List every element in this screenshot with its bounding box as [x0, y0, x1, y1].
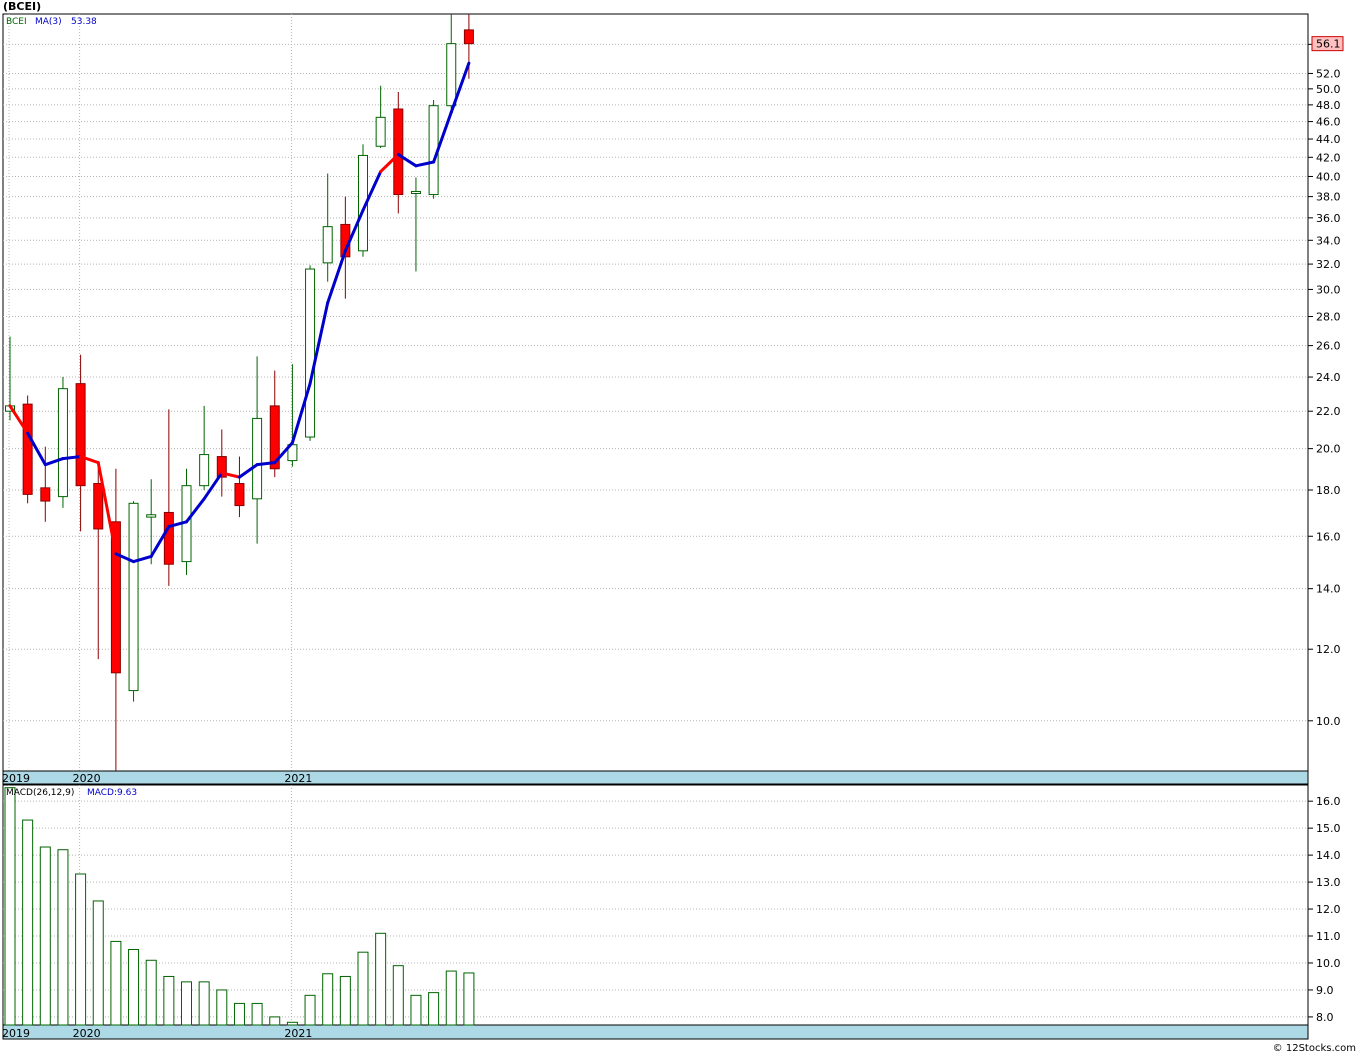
year-strip	[2, 770, 1309, 785]
candle-down	[22, 403, 33, 495]
candle-down	[463, 29, 474, 45]
macd-tick-label: 10.0	[1316, 957, 1341, 970]
macd-bar	[410, 994, 422, 1026]
price-tick-label: 40.0	[1316, 170, 1341, 183]
price-tick-label: 24.0	[1316, 371, 1341, 384]
macd-tick-label: 8.0	[1316, 1011, 1334, 1024]
price-tick-label: 22.0	[1316, 405, 1341, 418]
price-tick-label: 12.0	[1316, 643, 1341, 656]
candle-down	[163, 511, 174, 565]
stock-chart: 10.0 12.0 14.0 16.0 18.0 20.0 22.0 24.0 26.0 28.0…	[2, 13, 1344, 1040]
macd-bar	[304, 994, 316, 1026]
macd-bar	[286, 1021, 298, 1026]
price-tick-label: 26.0	[1316, 340, 1341, 353]
macd-bar	[163, 975, 175, 1026]
macd-legend-label: MACD(26,12,9)	[6, 788, 74, 798]
price-tick-label: 18.0	[1316, 484, 1341, 497]
year-label: 2020	[73, 1027, 101, 1040]
macd-bar	[392, 965, 404, 1026]
macd-bar	[375, 932, 387, 1026]
candle-down	[40, 487, 51, 502]
candle-up	[322, 226, 333, 264]
macd-bar	[339, 975, 351, 1026]
candle-down	[75, 383, 86, 487]
price-tick-label: 34.0	[1316, 234, 1341, 247]
price-legend-symbol: BCEI	[6, 17, 27, 27]
macd-bar	[322, 973, 334, 1026]
macd-bar	[445, 970, 457, 1026]
candle-up	[410, 190, 421, 195]
candle-down	[393, 108, 404, 196]
macd-tick-label: 14.0	[1316, 849, 1341, 862]
price-tick-label: 28.0	[1316, 311, 1341, 324]
price-panel-frame	[2, 13, 1309, 772]
ma-segment	[255, 461, 277, 467]
price-tick-label: 32.0	[1316, 258, 1341, 271]
price-tick-label: 30.0	[1316, 283, 1341, 296]
macd-bar	[4, 787, 16, 1026]
macd-bar	[181, 981, 192, 1026]
macd-tick-label: 13.0	[1316, 876, 1341, 889]
candle-down	[234, 483, 245, 507]
candle-up	[128, 502, 139, 692]
macd-tick-label: 9.0	[1316, 984, 1334, 997]
ma-segment	[61, 455, 83, 461]
year-label: 2019	[2, 772, 30, 785]
candle-up	[57, 388, 68, 498]
price-legend-ma-value: 53.38	[71, 17, 97, 27]
macd-bar	[216, 989, 228, 1026]
macd-bar	[39, 846, 51, 1026]
price-tick-label: 46.0	[1316, 116, 1341, 129]
price-tick-label: 10.0	[1316, 715, 1341, 728]
price-tick-label: 42.0	[1316, 151, 1341, 164]
macd-tick-label: 12.0	[1316, 903, 1341, 916]
macd-bar	[92, 900, 104, 1026]
macd-bar	[22, 819, 34, 1026]
macd-bar	[128, 948, 140, 1026]
macd-bar	[428, 992, 440, 1026]
price-tick-label: 48.0	[1316, 99, 1341, 112]
macd-bar	[269, 1016, 281, 1026]
price-tick-label: 52.0	[1316, 67, 1341, 80]
macd-tick-label: 16.0	[1316, 795, 1341, 808]
macd-legend-value: MACD:9.63	[87, 788, 137, 798]
macd-bar	[251, 1002, 263, 1026]
macd-bar	[233, 1002, 245, 1026]
price-tick-label: 14.0	[1316, 583, 1341, 596]
price-tick-label: 44.0	[1316, 133, 1341, 146]
candle-up	[252, 417, 263, 500]
price-tick-label: 16.0	[1316, 530, 1341, 543]
price-tick-label: 20.0	[1316, 443, 1341, 456]
macd-bar	[357, 951, 369, 1026]
candle-up	[446, 43, 457, 107]
year-label: 2021	[284, 772, 312, 785]
price-tick-label: 36.0	[1316, 212, 1341, 225]
candle-up	[305, 268, 316, 438]
macd-bar	[110, 940, 122, 1026]
year-label: 2019	[2, 1027, 30, 1040]
macd-tick-label: 15.0	[1316, 822, 1341, 835]
candle-up	[146, 514, 157, 518]
macd-tick-label: 11.0	[1316, 930, 1341, 943]
year-label: 2021	[284, 1027, 312, 1040]
year-label: 2020	[73, 772, 101, 785]
macd-bar	[57, 849, 69, 1026]
candle-up	[375, 116, 386, 147]
last-price-label: 56.1	[1316, 38, 1341, 51]
macd-bar	[145, 959, 157, 1026]
price-legend-ma: MA(3)	[35, 17, 62, 27]
macd-bar	[198, 981, 210, 1026]
macd-bar	[75, 873, 87, 1026]
price-tick-label: 50.0	[1316, 83, 1341, 96]
price-tick-label: 38.0	[1316, 191, 1341, 204]
candle-up	[199, 454, 210, 487]
site-credit: © 12Stocks.com	[1272, 1043, 1356, 1054]
candle-down	[93, 483, 104, 530]
macd-bar	[463, 972, 475, 1026]
year-strip	[2, 1024, 1309, 1040]
